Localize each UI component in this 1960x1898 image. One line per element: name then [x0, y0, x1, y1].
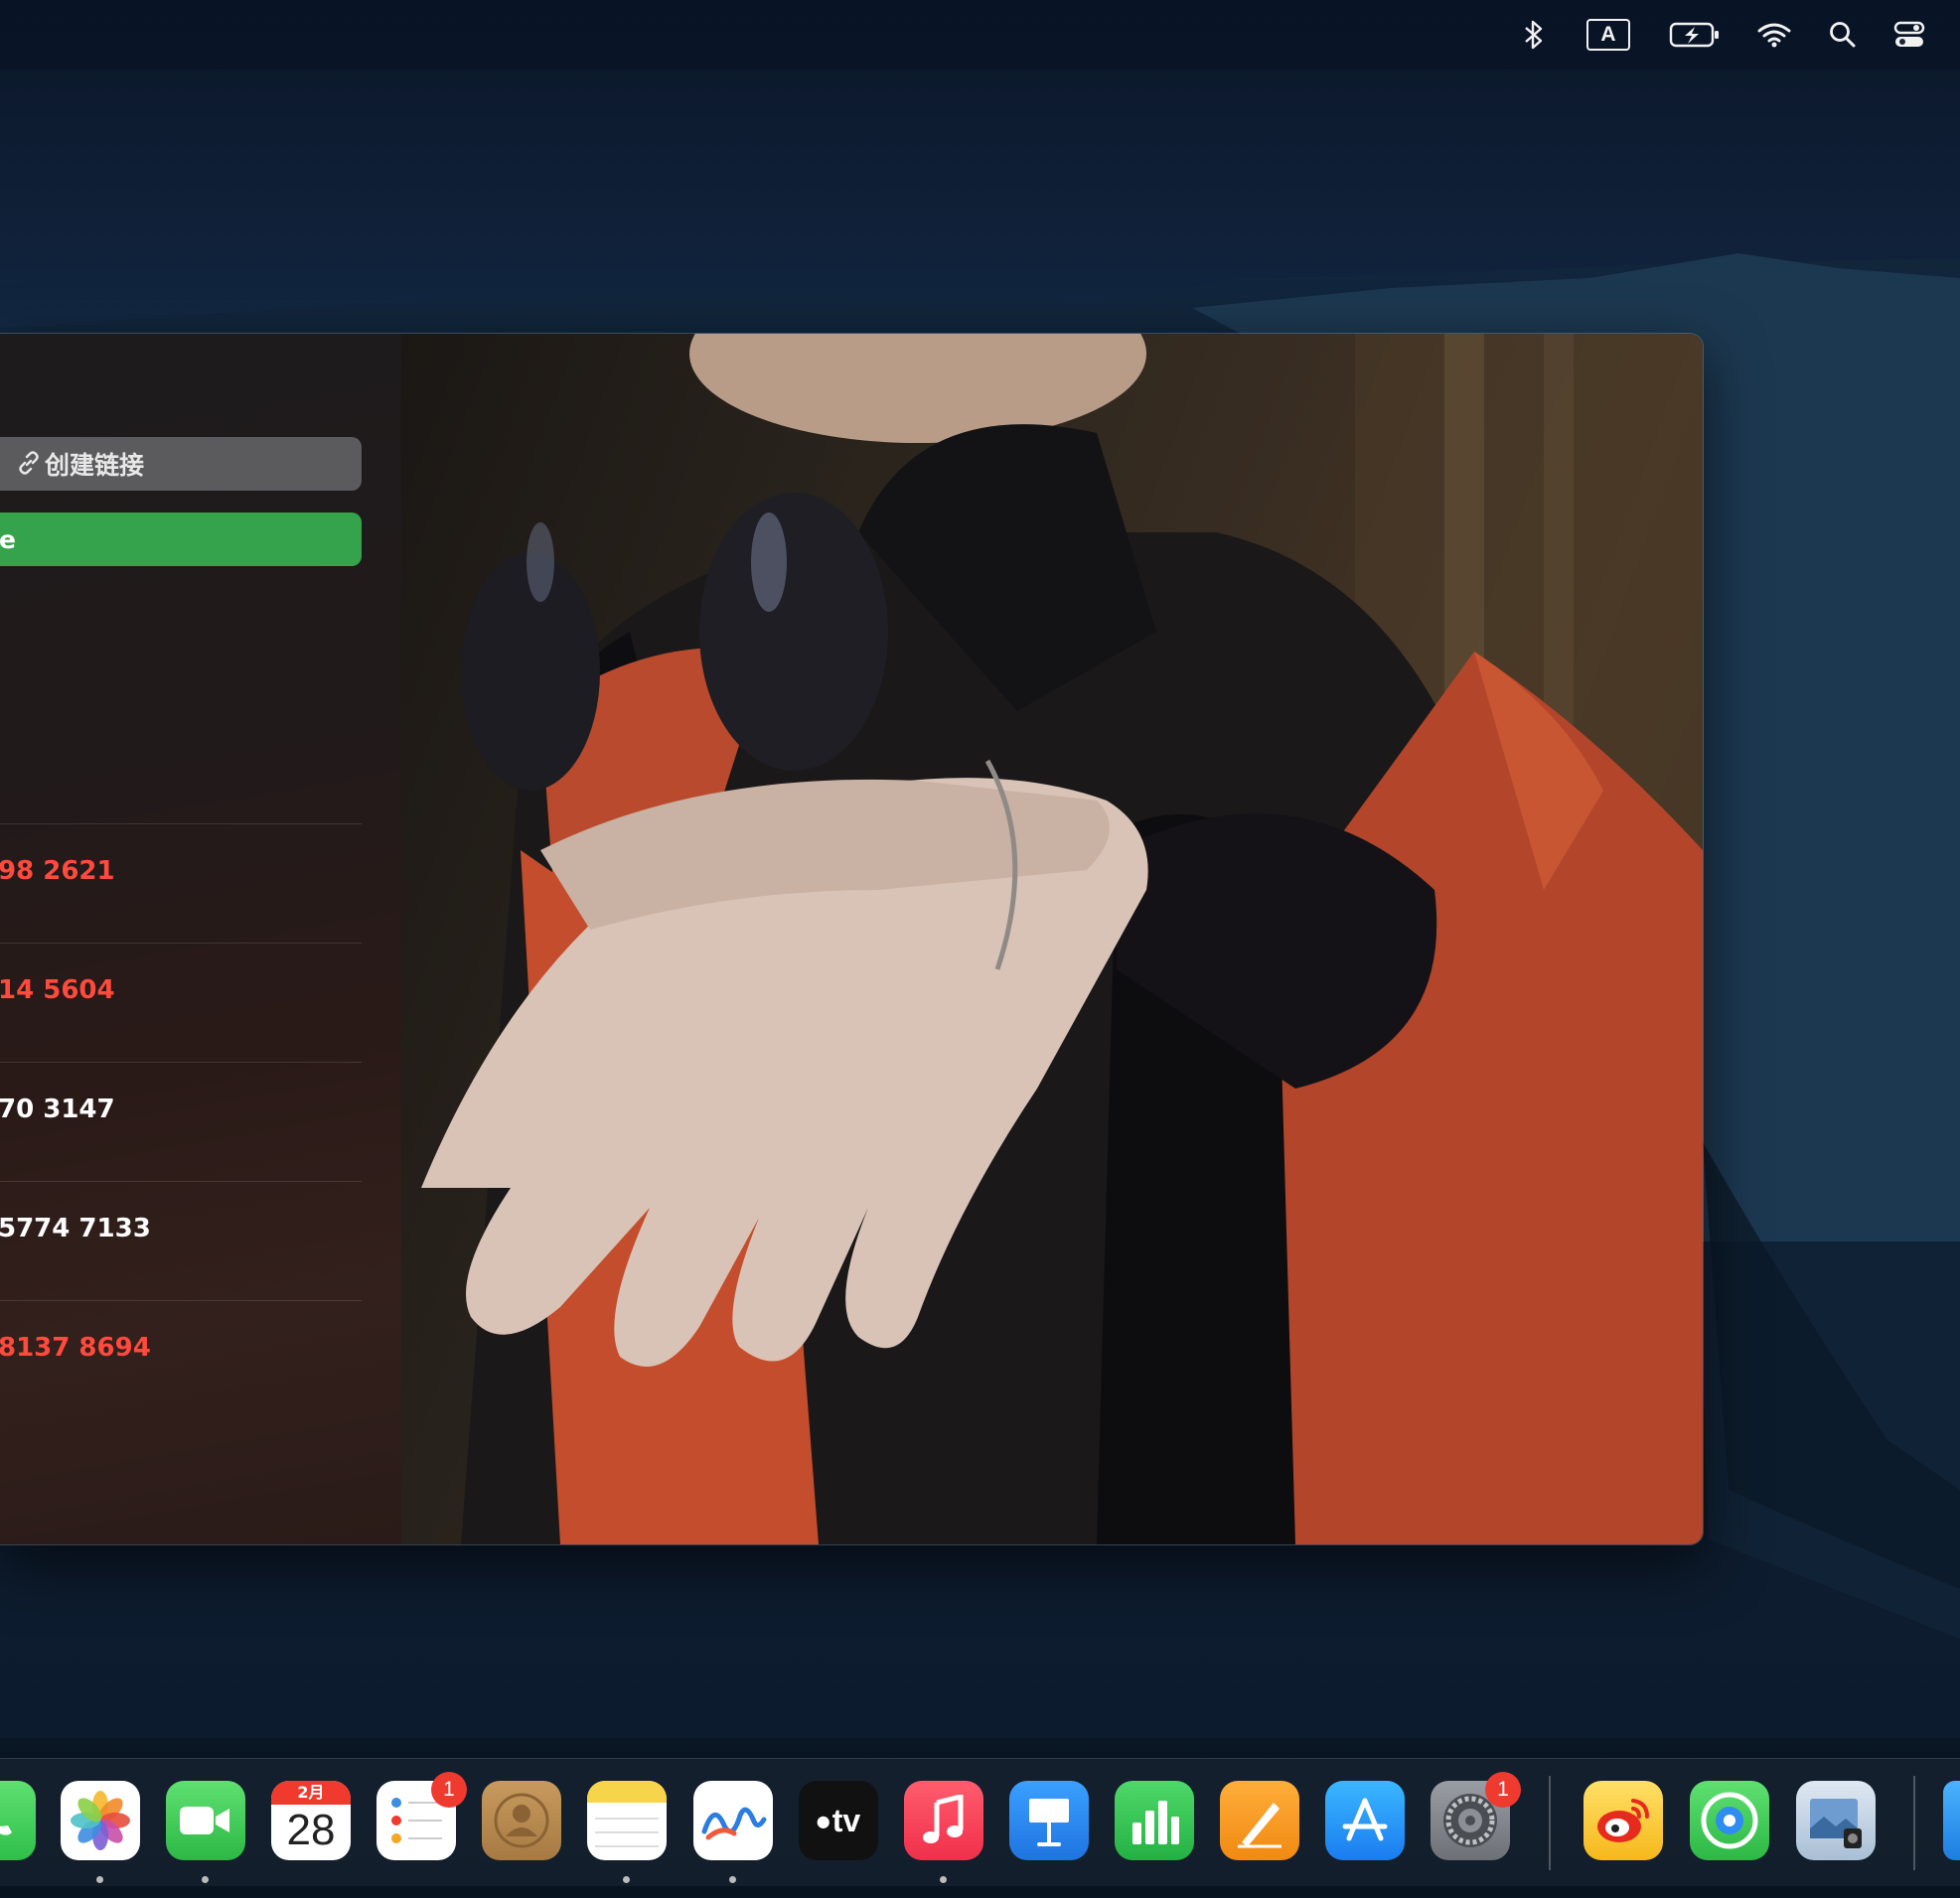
call-row[interactable]: 98 2621	[0, 823, 362, 943]
facetime-sidebar: 创建链接 FaceTime 98 2621 14 5604 70 3147 57…	[0, 334, 401, 1544]
dock-separator	[1549, 1776, 1551, 1870]
facetime-icon[interactable]	[166, 1781, 245, 1860]
numbers-icon[interactable]	[1115, 1781, 1194, 1860]
running-indicator	[940, 1876, 947, 1883]
call-row[interactable]: 5774 7133	[0, 1181, 362, 1300]
input-source-icon[interactable]: A	[1585, 14, 1631, 56]
running-indicator	[202, 1876, 209, 1883]
apple-tv-icon[interactable]: ● tv	[799, 1781, 878, 1860]
new-facetime-button[interactable]: FaceTime	[0, 512, 362, 566]
calendar-month: 2月	[271, 1781, 351, 1805]
app-store-icon[interactable]	[1325, 1781, 1405, 1860]
running-indicator	[623, 1876, 630, 1883]
call-row[interactable]: 8137 8694	[0, 1300, 362, 1419]
spotlight-search-icon[interactable]	[1826, 14, 1860, 56]
call-row[interactable]: 70 3147	[0, 1062, 362, 1181]
call-number: 14 5604	[0, 975, 115, 1005]
battery-charging-icon[interactable]	[1669, 14, 1721, 56]
input-source-letter: A	[1586, 19, 1630, 51]
dock-separator	[1913, 1776, 1915, 1870]
weibo-icon[interactable]	[1583, 1781, 1663, 1860]
new-facetime-label: FaceTime	[0, 524, 16, 554]
reminders-badge: 1	[431, 1772, 467, 1808]
wifi-icon[interactable]	[1756, 14, 1792, 56]
phone-icon[interactable]	[0, 1781, 36, 1860]
running-indicator	[729, 1876, 736, 1883]
pages-icon[interactable]	[1220, 1781, 1299, 1860]
keynote-icon[interactable]	[1009, 1781, 1089, 1860]
create-link-label: 创建链接	[45, 451, 145, 480]
facetime-window: 创建链接 FaceTime 98 2621 14 5604 70 3147 57…	[0, 333, 1704, 1545]
contacts-icon[interactable]	[482, 1781, 561, 1860]
music-icon[interactable]	[904, 1781, 983, 1860]
control-center-icon[interactable]	[1891, 14, 1927, 56]
running-indicator	[96, 1876, 103, 1883]
recent-calls-list: 98 2621 14 5604 70 3147 5774 7133 8137 8…	[0, 823, 362, 1419]
calendar-day: 28	[286, 1806, 336, 1854]
link-icon	[16, 450, 42, 482]
call-number: 98 2621	[0, 856, 115, 886]
find-my-icon[interactable]	[1690, 1781, 1769, 1860]
menu-bar: A	[0, 0, 1960, 70]
create-link-button[interactable]: 创建链接	[0, 437, 362, 491]
bluetooth-icon[interactable]	[1514, 14, 1554, 56]
call-number: 70 3147	[0, 1095, 115, 1124]
calendar-icon[interactable]: 2月 28	[271, 1781, 351, 1860]
call-row[interactable]: 14 5604	[0, 943, 362, 1062]
call-number: 8137 8694	[0, 1333, 151, 1363]
call-number: 5774 7133	[0, 1214, 151, 1243]
settings-badge: 1	[1485, 1772, 1521, 1808]
camera-preview	[401, 334, 1703, 1544]
freeform-icon[interactable]	[693, 1781, 773, 1860]
photos-icon[interactable]	[61, 1781, 140, 1860]
tv-label: tv	[831, 1802, 861, 1838]
notes-icon[interactable]	[587, 1781, 667, 1860]
preview-icon[interactable]	[1796, 1781, 1876, 1860]
apple-logo-icon: ●	[816, 1811, 830, 1830]
downloads-folder-icon[interactable]	[1943, 1781, 1960, 1860]
camera-preview-image	[421, 334, 1703, 1544]
